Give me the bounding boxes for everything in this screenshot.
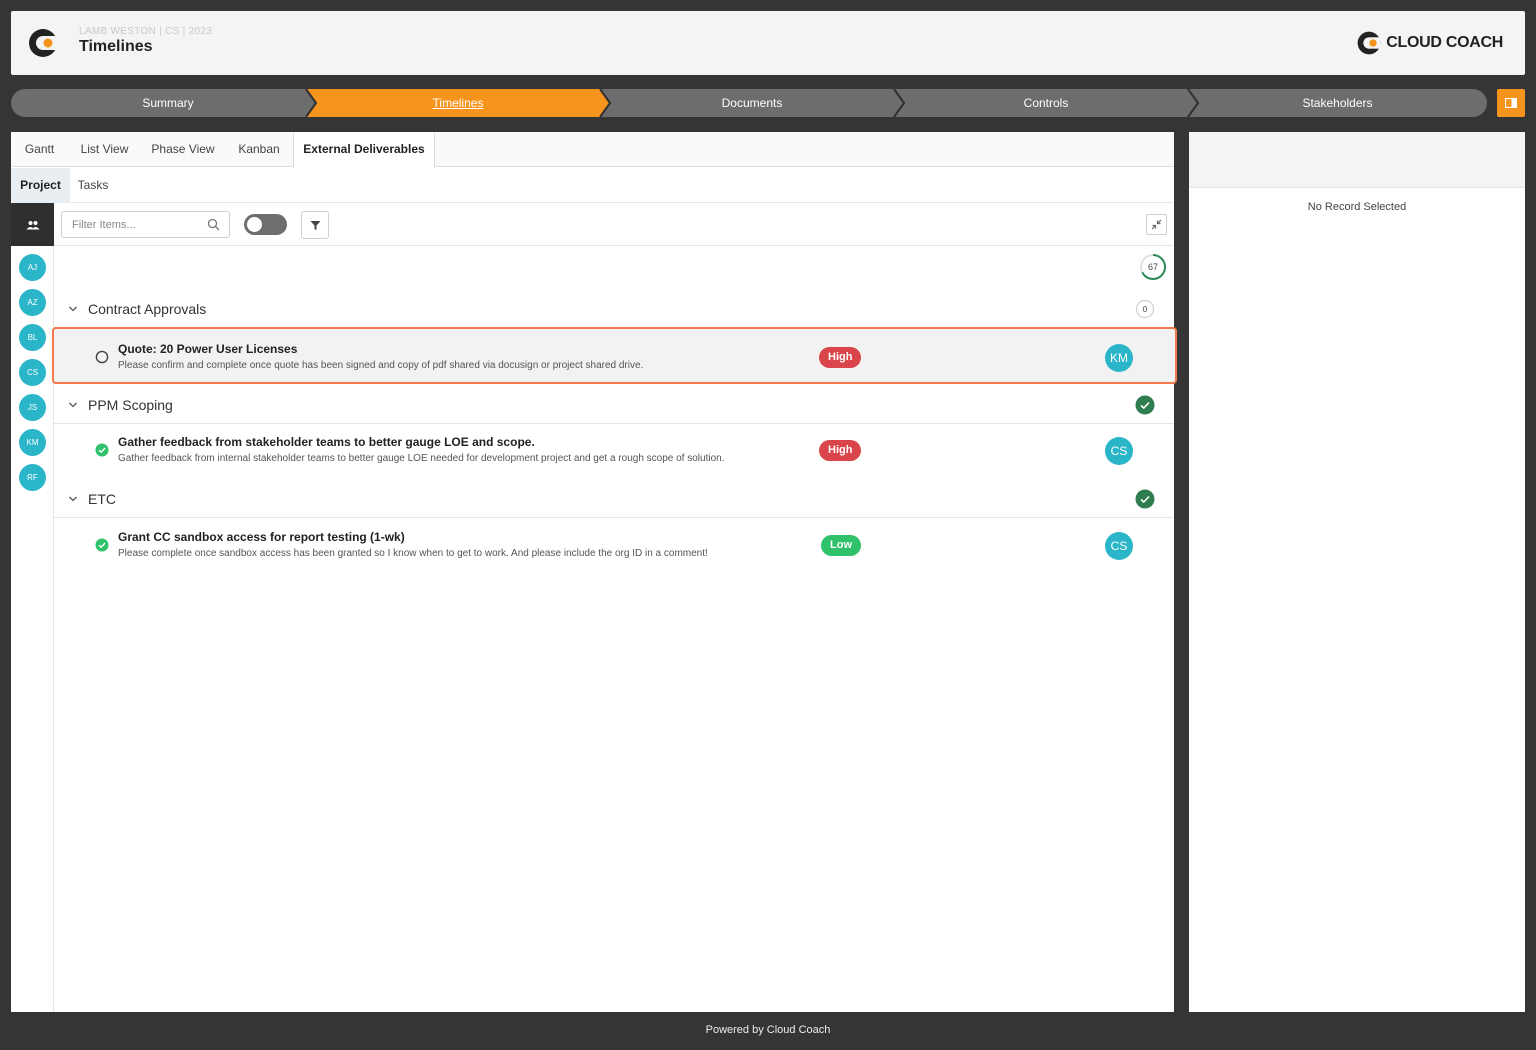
task-title: Quote: 20 Power User Licenses bbox=[118, 342, 298, 356]
collapse-button[interactable] bbox=[1146, 214, 1167, 235]
tab-external-deliverables[interactable]: External Deliverables bbox=[293, 132, 435, 168]
deliverables-list: 67 Contract Approvals 0 Quote: 20 Power … bbox=[52, 246, 1177, 1012]
page-title: Timelines bbox=[79, 38, 153, 55]
assignee-avatar[interactable]: CS bbox=[1105, 437, 1133, 465]
group-title: Contract Approvals bbox=[88, 301, 207, 317]
task-description: Please confirm and complete once quote h… bbox=[118, 360, 644, 371]
brand-name: CLOUD COACH bbox=[1386, 34, 1503, 51]
task-title: Grant CC sandbox access for report testi… bbox=[118, 530, 405, 544]
record-detail-panel: No Record Selected bbox=[1189, 132, 1525, 1012]
tab-phase-view[interactable]: Phase View bbox=[141, 132, 225, 167]
priority-badge: High bbox=[819, 347, 862, 368]
record-detail-header bbox=[1189, 132, 1525, 188]
group-header[interactable]: PPM Scoping bbox=[54, 386, 1174, 424]
priority-badge: Low bbox=[821, 535, 861, 556]
group-title: ETC bbox=[88, 491, 116, 507]
view-toggle[interactable] bbox=[244, 214, 287, 235]
filter-button[interactable] bbox=[301, 211, 329, 239]
toolbar bbox=[11, 203, 1174, 246]
subtab-tasks[interactable]: Tasks bbox=[70, 168, 116, 203]
panel-icon bbox=[1505, 98, 1517, 108]
priority-badge: High bbox=[819, 440, 862, 461]
task-description: Please complete once sandbox access has … bbox=[118, 548, 708, 559]
person-avatar[interactable]: BL bbox=[19, 324, 46, 351]
filter-input[interactable] bbox=[61, 211, 230, 238]
step-timelines[interactable]: Timelines bbox=[313, 89, 603, 117]
project-subtitle: LAMB WESTON | CS | 2023 bbox=[79, 26, 213, 37]
task-done-icon[interactable] bbox=[95, 443, 109, 457]
person-avatar[interactable]: AZ bbox=[19, 289, 46, 316]
subtab-project[interactable]: Project bbox=[11, 168, 70, 203]
filter-icon bbox=[310, 220, 320, 230]
task-description: Gather feedback from internal stakeholde… bbox=[118, 453, 725, 464]
person-avatar[interactable]: JS bbox=[19, 394, 46, 421]
step-controls[interactable]: Controls bbox=[901, 89, 1191, 117]
cloud-coach-logo-icon bbox=[29, 29, 57, 57]
person-avatar[interactable]: RF bbox=[19, 464, 46, 491]
chevron-down-icon bbox=[69, 496, 77, 502]
person-avatar[interactable]: AJ bbox=[19, 254, 46, 281]
person-avatar[interactable]: CS bbox=[19, 359, 46, 386]
task-done-icon[interactable] bbox=[95, 538, 109, 552]
assignee-avatar[interactable]: KM bbox=[1105, 344, 1133, 372]
brand-logo: CLOUD COACH bbox=[1356, 30, 1503, 56]
brand-mark-icon bbox=[1357, 31, 1381, 55]
side-panel-toggle-button[interactable] bbox=[1497, 89, 1525, 117]
svg-text:0: 0 bbox=[1143, 305, 1148, 314]
group-complete-icon bbox=[1135, 395, 1155, 415]
group-header[interactable]: ETC bbox=[54, 480, 1174, 518]
task-title: Gather feedback from stakeholder teams t… bbox=[118, 435, 535, 449]
group-title: PPM Scoping bbox=[88, 397, 173, 413]
chevron-down-icon bbox=[69, 306, 77, 312]
toggle-knob bbox=[247, 217, 262, 232]
step-summary[interactable]: Summary bbox=[23, 89, 313, 117]
empty-state-text: No Record Selected bbox=[1307, 201, 1407, 213]
group-status-count: 0 bbox=[1135, 299, 1155, 319]
task-row[interactable]: Gather feedback from stakeholder teams t… bbox=[54, 422, 1174, 479]
tab-list-view[interactable]: List View bbox=[68, 132, 141, 167]
tab-gantt[interactable]: Gantt bbox=[11, 132, 68, 167]
search-icon bbox=[207, 218, 220, 231]
task-incomplete-icon[interactable] bbox=[95, 350, 109, 364]
collapse-icon bbox=[1151, 219, 1162, 230]
tab-kanban[interactable]: Kanban bbox=[225, 132, 293, 167]
footer-text: Powered by Cloud Coach bbox=[705, 1024, 831, 1036]
task-row[interactable]: Grant CC sandbox access for report testi… bbox=[54, 517, 1174, 574]
stage-stepper: Summary Timelines Documents Controls Sta… bbox=[11, 89, 1487, 117]
group-complete-icon bbox=[1135, 489, 1155, 509]
timeline-panel: Gantt List View Phase View Kanban Extern… bbox=[11, 132, 1177, 1012]
assignee-avatar[interactable]: CS bbox=[1105, 532, 1133, 560]
sub-tabs: Project Tasks bbox=[11, 168, 1174, 203]
progress-value: 67 bbox=[1147, 262, 1158, 272]
step-documents[interactable]: Documents bbox=[607, 89, 897, 117]
people-icon bbox=[26, 220, 39, 229]
people-filter-button[interactable] bbox=[11, 203, 54, 246]
person-avatar[interactable]: KM bbox=[19, 429, 46, 456]
step-stakeholders[interactable]: Stakeholders bbox=[1195, 89, 1480, 117]
chevron-down-icon bbox=[69, 402, 77, 408]
app-header: LAMB WESTON | CS | 2023 Timelines CLOUD … bbox=[11, 11, 1525, 75]
task-row[interactable]: Quote: 20 Power User Licenses Please con… bbox=[52, 327, 1177, 384]
group-header[interactable]: Contract Approvals 0 bbox=[54, 290, 1174, 328]
view-tabs: Gantt List View Phase View Kanban Extern… bbox=[11, 132, 1174, 168]
people-column: AJ AZ BL CS JS KM RF bbox=[11, 246, 54, 1012]
